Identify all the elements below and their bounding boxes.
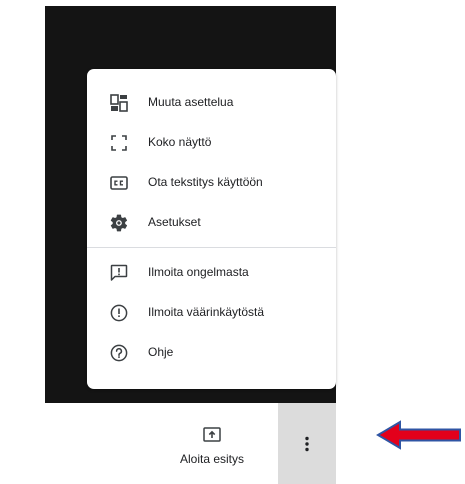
menu-item-label: Muuta asettelua [148,95,234,109]
present-now-label: Aloita esitys [179,452,245,466]
menu-item-help[interactable]: Ohje [87,335,336,371]
menu-item-fullscreen[interactable]: Koko näyttö [87,125,336,161]
closed-captions-icon [109,173,129,193]
more-options-menu: Muuta asettelua Koko näyttö Ota tekstity… [87,69,336,389]
present-screen-icon [203,427,221,443]
change-layout-icon [109,93,129,113]
menu-item-settings[interactable]: Asetukset [87,205,336,241]
menu-item-label: Asetukset [148,215,201,229]
menu-item-change-layout[interactable]: Muuta asettelua [87,85,336,121]
menu-item-report-abuse[interactable]: Ilmoita väärinkäytöstä [87,295,336,331]
red-arrow-left-icon [376,420,462,450]
present-now-button[interactable]: Aloita esitys [167,425,257,473]
menu-item-captions[interactable]: Ota tekstitys käyttöön [87,165,336,201]
menu-item-report-problem[interactable]: Ilmoita ongelmasta [87,255,336,291]
menu-divider [87,247,336,248]
report-problem-icon [109,263,129,283]
menu-item-label: Ilmoita ongelmasta [148,265,249,279]
menu-item-label: Koko näyttö [148,135,212,149]
more-vert-icon [304,436,310,452]
menu-item-label: Ota tekstitys käyttöön [148,175,263,189]
report-abuse-icon [109,303,129,323]
gear-icon [109,213,129,233]
menu-item-label: Ohje [148,345,174,359]
more-options-button[interactable] [278,403,336,484]
help-icon [109,343,129,363]
menu-item-label: Ilmoita väärinkäytöstä [148,305,265,319]
fullscreen-icon [109,133,129,153]
